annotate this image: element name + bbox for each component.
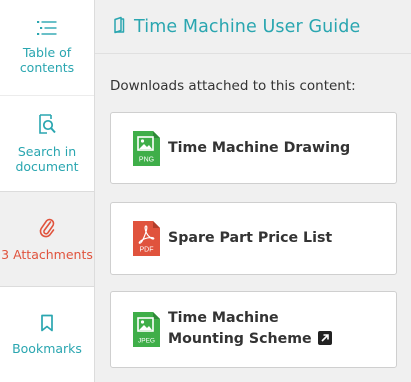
attachment-card-time-machine-drawing[interactable]: PNG Time Machine Drawing (110, 112, 397, 184)
image-file-icon: JPEG (133, 312, 160, 347)
attachment-card-time-machine-mounting-scheme[interactable]: JPEG Time Machine Mounting Scheme (110, 291, 397, 368)
attachments-intro: Downloads attached to this content: (110, 78, 356, 94)
pdf-file-icon: PDF (133, 221, 160, 256)
sidebar-item-table-of-contents[interactable]: Table of contents (0, 0, 94, 95)
sidebar: Table of contents Search in document 3 A… (0, 0, 95, 382)
page-title: Time Machine User Guide (134, 16, 361, 37)
document-header: Time Machine User Guide (95, 0, 411, 54)
attachment-name: Time Machine Drawing (168, 139, 351, 156)
svg-text:PDF: PDF (140, 247, 154, 254)
external-link-icon[interactable] (317, 330, 332, 352)
attachment-name: Time Machine Mounting Scheme (168, 308, 332, 352)
search-document-icon (37, 113, 57, 138)
sidebar-item-attachments[interactable]: 3 Attachments (0, 191, 94, 287)
sidebar-item-label: 3 Attachments (1, 247, 93, 262)
svg-text:JPEG: JPEG (138, 338, 155, 345)
attachment-card-spare-part-price-list[interactable]: PDF Spare Part Price List (110, 202, 397, 275)
attachment-name: Spare Part Price List (168, 230, 333, 246)
sidebar-item-search-in-document[interactable]: Search in document (0, 95, 94, 191)
image-file-icon: PNG (133, 130, 160, 166)
attachment-name-line: Mounting Scheme (168, 329, 332, 352)
list-icon (37, 20, 57, 39)
sidebar-item-bookmarks[interactable]: Bookmarks (0, 287, 94, 382)
sidebar-item-label: Search in (17, 144, 77, 159)
attachment-name-line: Time Machine (168, 309, 279, 326)
sidebar-item-label: document (15, 159, 79, 174)
bookmark-icon (40, 314, 54, 335)
svg-text:PNG: PNG (139, 156, 154, 163)
sidebar-item-label: Bookmarks (12, 340, 82, 356)
app-root: Table of contents Search in document 3 A… (0, 0, 411, 382)
book-icon (113, 16, 125, 38)
sidebar-item-label: Table of (22, 45, 72, 60)
paperclip-icon (39, 216, 55, 241)
attachment-name-line-text: Mounting Scheme (168, 330, 312, 347)
sidebar-item-label: contents (19, 60, 75, 75)
